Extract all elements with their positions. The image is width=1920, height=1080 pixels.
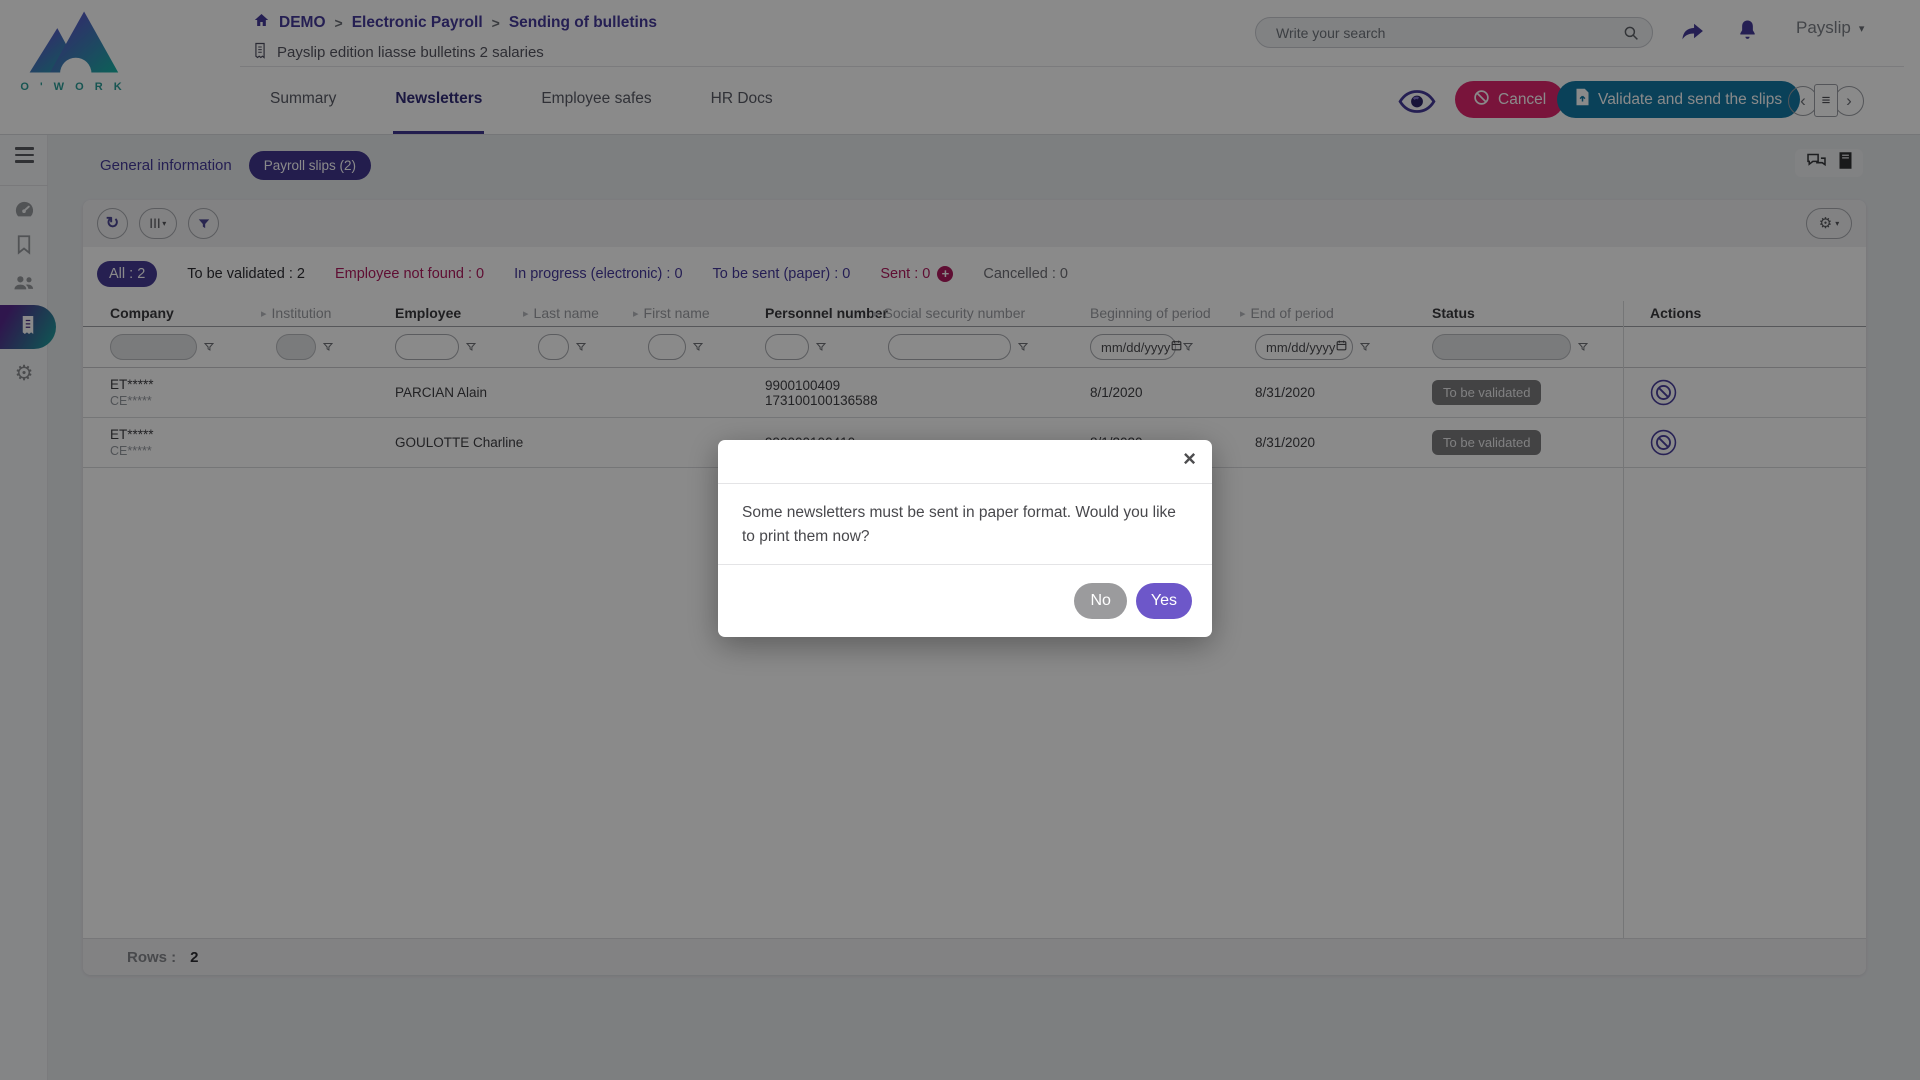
close-icon[interactable]: × [1183, 448, 1196, 470]
no-button[interactable]: No [1074, 583, 1126, 619]
yes-button[interactable]: Yes [1136, 583, 1192, 619]
dialog-footer: No Yes [718, 565, 1212, 637]
dialog-header: × [718, 440, 1212, 484]
print-confirmation-dialog: × Some newsletters must be sent in paper… [718, 440, 1212, 637]
dialog-message: Some newsletters must be sent in paper f… [718, 484, 1212, 565]
